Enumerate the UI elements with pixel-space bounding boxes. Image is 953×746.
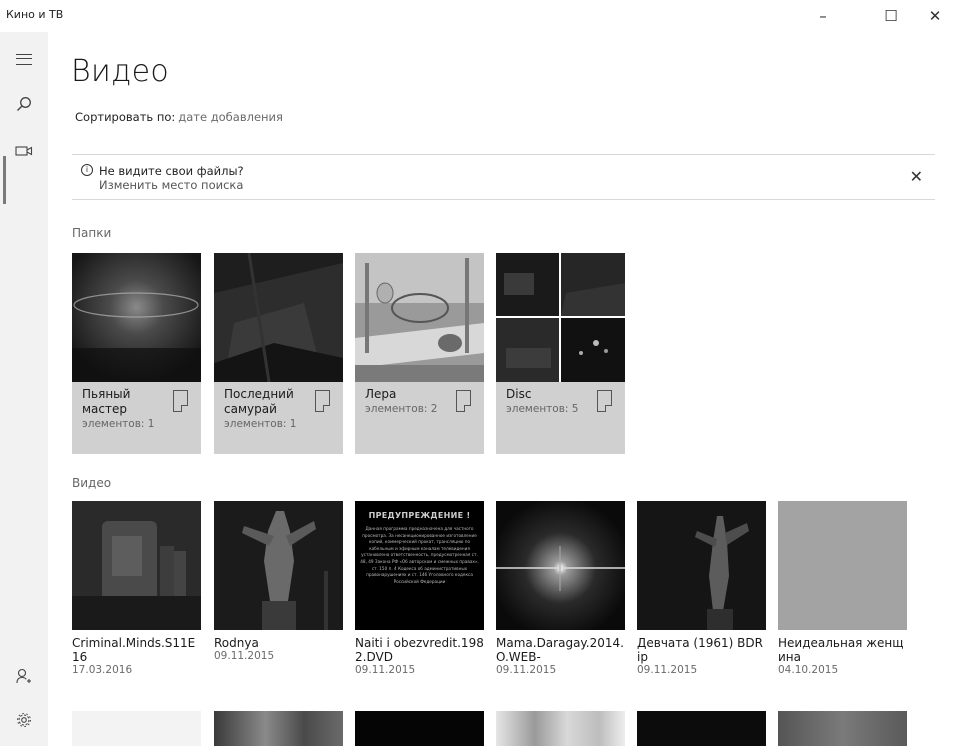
settings-button[interactable] [0,700,48,740]
video-thumbnail [72,501,201,630]
video-icon [15,146,33,156]
video-title: Criminal.Minds.S11E16 [72,636,196,664]
search-icon [17,97,31,111]
missing-files-banner: i Не видите свои файлы? Изменить место п… [72,154,935,200]
folder-name: Лера [365,387,397,401]
settings-icon [17,713,31,727]
hamburger-menu-button[interactable] [0,39,48,79]
folder-info: Disc элементов: 5 [506,387,594,416]
dismiss-banner-button[interactable]: ✕ [910,167,923,186]
video-date: 04.10.2015 [778,664,839,676]
video-thumbnail [496,501,625,630]
sort-control[interactable]: Сортировать по: дате добавления [75,110,283,124]
folder-name: Последний самурай [224,387,294,416]
folder-tile[interactable]: Последний самурай элементов: 1 [214,253,343,454]
app-title: Кино и ТВ [6,8,64,21]
video-tile-partial[interactable] [778,711,907,746]
maximize-button[interactable]: ☐ [868,0,914,32]
video-tile[interactable]: Девчата (1961) BDRip 09.11.2015 [637,501,766,677]
video-tile[interactable]: Mama.Daragay.2014.O.WEB- 09.11.2015 [496,501,625,677]
video-tile-partial[interactable] [214,711,343,746]
video-title: Naiti i obezvredit.1982.DVD [355,636,484,664]
search-button[interactable] [0,84,48,124]
folder-count: элементов: 5 [506,403,579,415]
video-thumbnail [778,501,907,630]
video-tile[interactable]: Criminal.Minds.S11E16 17.03.2016 [72,501,201,677]
video-tile-partial[interactable] [72,711,201,746]
video-tile-partial[interactable] [355,711,484,746]
title-bar: Кино и ТВ – ☐ ✕ [0,0,953,32]
folder-info: Последний самурай элементов: 1 [224,387,312,431]
warning-title: ПРЕДУПРЕЖДЕНИЕ ! [368,511,471,520]
file-icon [597,390,613,413]
folder-tile[interactable]: Disc элементов: 5 [496,253,625,454]
video-date: 09.11.2015 [214,650,275,662]
sort-label: Сортировать по: [75,110,176,124]
navigation-rail [0,32,48,746]
video-tile-partial[interactable] [637,711,766,746]
folder-thumbnail [72,253,201,382]
videos-section-title: Видео [72,476,112,490]
video-title: Неидеальная женщина [778,636,904,664]
video-thumbnail [214,501,343,630]
page-title: Видео [71,54,170,89]
video-date: 09.11.2015 [496,664,557,676]
folder-tile[interactable]: Лера элементов: 2 [355,253,484,454]
video-title: Mama.Daragay.2014.O.WEB- [496,636,624,664]
video-title: Девчата (1961) BDRip [637,636,763,664]
folder-tile[interactable]: Пьяный мастер элементов: 1 [72,253,201,454]
video-title: Rodnya [214,636,259,650]
menu-icon [16,53,32,65]
video-tile-partial[interactable] [496,711,625,746]
video-date: 09.11.2015 [355,664,416,676]
folder-thumbnail [355,253,484,382]
folder-info: Пьяный мастер элементов: 1 [82,387,170,431]
folder-count: элементов: 2 [365,403,438,415]
close-button[interactable]: ✕ [912,0,953,32]
folder-count: элементов: 1 [82,418,155,430]
folder-name: Пьяный мастер [82,387,131,416]
account-button[interactable] [0,656,48,696]
video-nav-button[interactable] [0,131,48,171]
video-thumbnail: ПРЕДУПРЕЖДЕНИЕ ! Данная программа предна… [355,501,484,630]
file-icon [315,390,331,413]
folder-name: Disc [506,387,532,401]
video-thumbnail [637,501,766,630]
video-tile[interactable]: Неидеальная женщина 04.10.2015 [778,501,907,677]
folder-count: элементов: 1 [224,418,297,430]
warning-text: Данная программа предназначена для частн… [360,526,479,584]
change-location-link[interactable]: Изменить место поиска [99,178,243,192]
video-date: 17.03.2016 [72,664,133,676]
sort-value[interactable]: дате добавления [178,110,283,124]
folder-thumbnail [496,253,625,382]
account-icon [16,668,31,684]
banner-title: Не видите свои файлы? [99,164,244,178]
folder-thumbnail [214,253,343,382]
folders-section-title: Папки [72,226,112,240]
file-icon [173,390,189,413]
minimize-button[interactable]: – [800,0,846,32]
video-tile[interactable]: ПРЕДУПРЕЖДЕНИЕ ! Данная программа предна… [355,501,484,677]
folder-info: Лера элементов: 2 [365,387,453,416]
info-icon: i [81,164,93,176]
file-icon [456,390,472,413]
video-tile[interactable]: Rodnya 09.11.2015 [214,501,343,663]
video-date: 09.11.2015 [637,664,698,676]
